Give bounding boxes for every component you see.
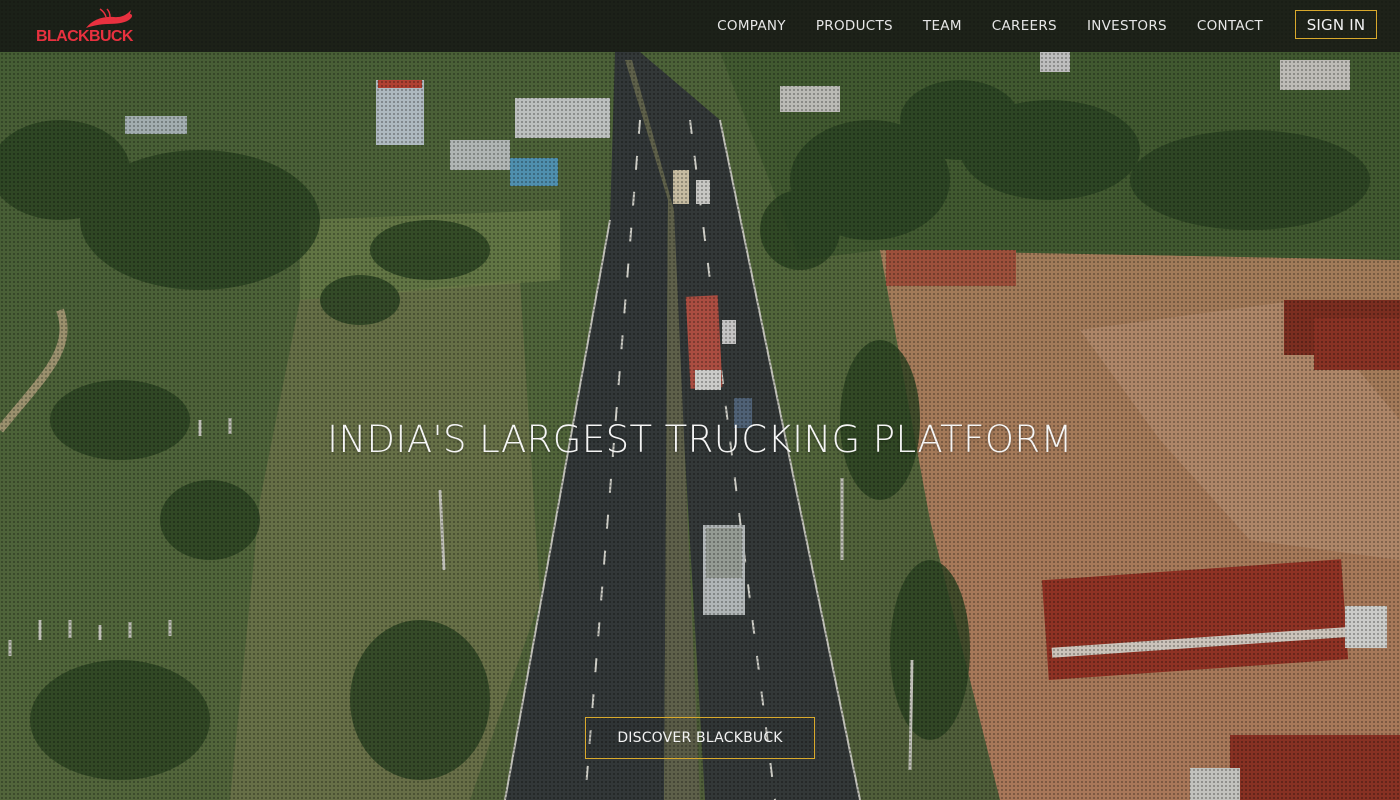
hero-background-image xyxy=(0,0,1400,800)
blackbuck-logo[interactable]: BLACKBUCK xyxy=(36,8,136,46)
nav-item-team[interactable]: TEAM xyxy=(923,18,962,34)
nav-item-investors[interactable]: INVESTORS xyxy=(1087,18,1167,34)
nav-item-company[interactable]: COMPANY xyxy=(717,18,786,34)
discover-blackbuck-button[interactable]: DISCOVER BLACKBUCK xyxy=(585,717,815,759)
top-nav-bar: BLACKBUCK COMPANY PRODUCTS TEAM CAREERS … xyxy=(0,0,1400,52)
logo-text: BLACKBUCK xyxy=(36,28,133,45)
nav-item-products[interactable]: PRODUCTS xyxy=(816,18,893,34)
landing-page: BLACKBUCK COMPANY PRODUCTS TEAM CAREERS … xyxy=(0,0,1400,800)
hero-title: INDIA'S LARGEST TRUCKING PLATFORM xyxy=(327,418,1073,461)
nav-item-careers[interactable]: CAREERS xyxy=(992,18,1057,34)
nav-item-contact[interactable]: CONTACT xyxy=(1197,18,1263,34)
sign-in-button[interactable]: SIGN IN xyxy=(1295,10,1377,39)
blackbuck-antelope-icon xyxy=(86,8,133,28)
main-nav: COMPANY PRODUCTS TEAM CAREERS INVESTORS … xyxy=(687,0,1263,52)
